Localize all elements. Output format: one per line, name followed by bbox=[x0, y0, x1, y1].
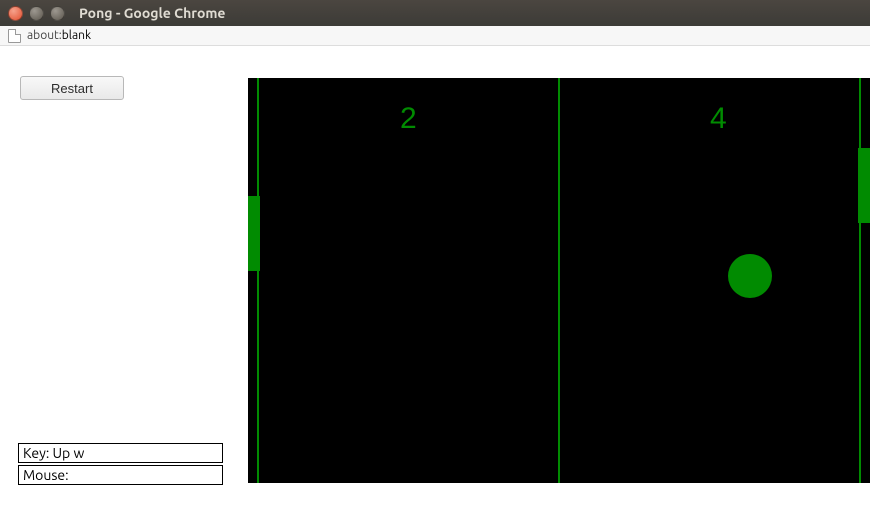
url-scheme: about: bbox=[27, 29, 62, 42]
score-right: 4 bbox=[710, 102, 727, 136]
page-content: Restart Key: Up w Mouse: 2 4 bbox=[0, 46, 870, 505]
window-titlebar: Pong - Google Chrome bbox=[0, 0, 870, 26]
url-text: about:blank bbox=[27, 29, 91, 42]
score-left: 2 bbox=[400, 102, 417, 136]
ball bbox=[728, 254, 772, 298]
window-minimize-button[interactable] bbox=[29, 6, 44, 21]
url-path: blank bbox=[62, 29, 91, 42]
window-maximize-button[interactable] bbox=[50, 6, 65, 21]
status-key: Key: Up w bbox=[18, 443, 223, 463]
paddle-left bbox=[248, 196, 260, 271]
paddle-right bbox=[858, 148, 870, 223]
window-title: Pong - Google Chrome bbox=[79, 5, 226, 21]
pong-canvas[interactable]: 2 4 bbox=[248, 78, 870, 483]
left-boundary-line bbox=[257, 78, 259, 483]
restart-button[interactable]: Restart bbox=[20, 76, 124, 100]
status-mouse: Mouse: bbox=[18, 465, 223, 485]
window-close-button[interactable] bbox=[8, 6, 23, 21]
center-line bbox=[558, 78, 560, 483]
page-icon bbox=[8, 29, 21, 43]
address-bar[interactable]: about:blank bbox=[0, 26, 870, 46]
right-boundary-line bbox=[859, 78, 861, 483]
